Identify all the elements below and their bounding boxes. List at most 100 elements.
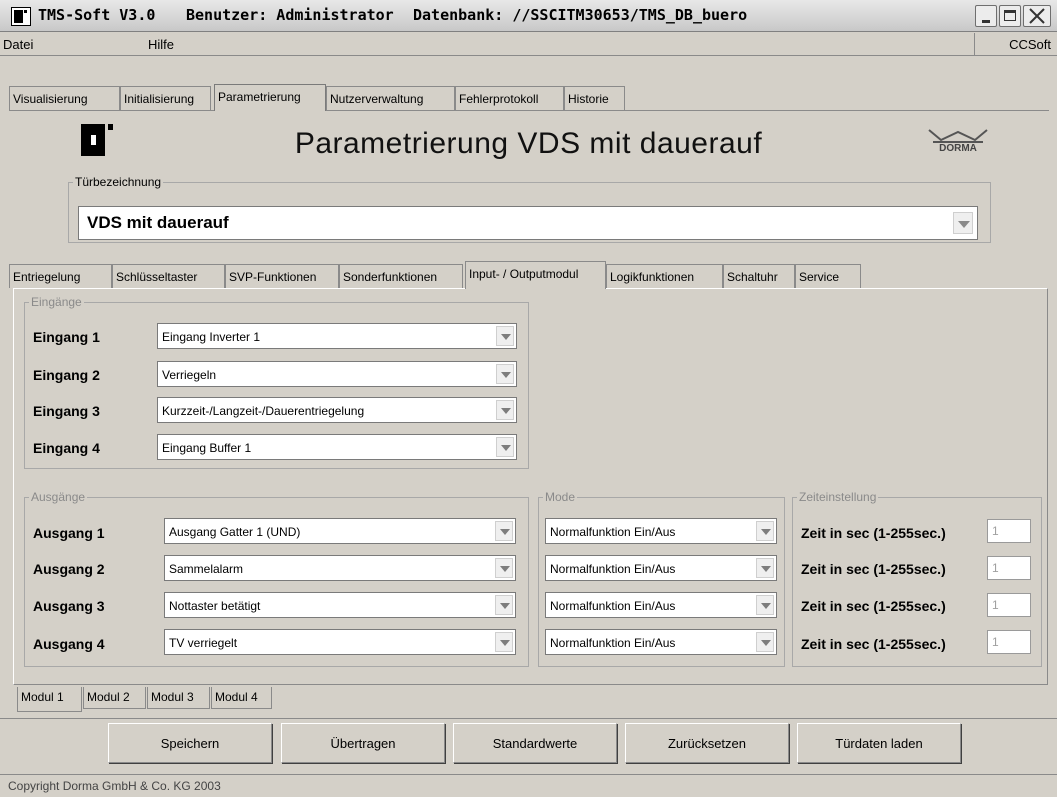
subtab-sonderfunktionen[interactable]: Sonderfunktionen (339, 264, 463, 288)
output-3-time-input[interactable]: 1 (987, 593, 1031, 617)
input-1-value: Eingang Inverter 1 (162, 330, 261, 344)
chevron-down-icon[interactable] (496, 400, 514, 420)
chevron-down-icon[interactable] (495, 595, 513, 615)
input-4-select[interactable]: Eingang Buffer 1 (157, 434, 517, 460)
input-4-value: Eingang Buffer 1 (162, 441, 252, 455)
time-label: Zeit in sec (1-255sec.) (801, 525, 946, 541)
output-2-mode-select[interactable]: Normalfunktion Ein/Aus (545, 555, 777, 581)
mode-legend: Mode (545, 490, 576, 504)
output-1-mode: Normalfunktion Ein/Aus (550, 525, 676, 539)
chevron-down-icon[interactable] (496, 437, 514, 457)
chevron-down-icon[interactable] (495, 558, 513, 578)
chevron-down-icon[interactable] (495, 632, 513, 652)
maximize-button[interactable] (999, 5, 1021, 27)
copyright-text: Copyright Dorma GmbH & Co. KG 2003 (8, 779, 221, 793)
time-legend: Zeiteinstellung (799, 490, 877, 504)
load-door-data-button[interactable]: Türdaten laden (797, 723, 961, 763)
subtab-service[interactable]: Service (795, 264, 861, 288)
app-logo-icon (11, 7, 31, 26)
defaults-button[interactable]: Standardwerte (453, 723, 617, 763)
chevron-down-icon[interactable] (756, 595, 774, 615)
output-label: Ausgang 1 (33, 525, 105, 541)
door-legend: Türbezeichnung (75, 175, 162, 189)
tab-historie[interactable]: Historie (564, 86, 625, 110)
chevron-down-icon[interactable] (756, 521, 774, 541)
minimize-icon (982, 20, 990, 23)
close-button[interactable] (1023, 5, 1051, 27)
maximize-icon (1004, 10, 1016, 21)
chevron-down-icon[interactable] (495, 521, 513, 541)
output-3-select[interactable]: Nottaster betätigt (164, 592, 516, 618)
output-2-time-input[interactable]: 1 (987, 556, 1031, 580)
chevron-down-icon[interactable] (496, 326, 514, 346)
output-1-time-input[interactable]: 1 (987, 519, 1031, 543)
menu-bar: Datei Hilfe CCSoft (0, 33, 1057, 56)
crown-icon (928, 129, 988, 143)
close-icon (1029, 8, 1045, 24)
output-1-mode-select[interactable]: Normalfunktion Ein/Aus (545, 518, 777, 544)
output-1-value: Ausgang Gatter 1 (UND) (169, 525, 301, 539)
output-4-select[interactable]: TV verriegelt (164, 629, 516, 655)
input-1-select[interactable]: Eingang Inverter 1 (157, 323, 517, 349)
door-value: VDS mit dauerauf (87, 213, 229, 232)
subtab-entriegelung[interactable]: Entriegelung (9, 264, 112, 288)
time-label: Zeit in sec (1-255sec.) (801, 561, 946, 577)
output-label: Ausgang 2 (33, 561, 105, 577)
status-bar: Copyright Dorma GmbH & Co. KG 2003 (0, 774, 1057, 797)
door-select[interactable]: VDS mit dauerauf (78, 206, 978, 240)
transfer-button[interactable]: Übertragen (281, 723, 445, 763)
tab-modul-3[interactable]: Modul 3 (147, 687, 210, 709)
door-group: Türbezeichnung VDS mit dauerauf (68, 175, 991, 243)
output-2-mode: Normalfunktion Ein/Aus (550, 562, 676, 576)
output-2-select[interactable]: Sammelalarm (164, 555, 516, 581)
input-2-value: Verriegeln (162, 368, 217, 382)
chevron-down-icon[interactable] (496, 364, 514, 384)
input-label: Eingang 2 (33, 367, 100, 383)
input-3-select[interactable]: Kurzzeit-/Langzeit-/Dauerentriegelung (157, 397, 517, 423)
tab-modul-2[interactable]: Modul 2 (83, 687, 146, 709)
chevron-down-icon (958, 221, 970, 228)
chevron-down-icon[interactable] (756, 558, 774, 578)
input-3-value: Kurzzeit-/Langzeit-/Dauerentriegelung (162, 404, 365, 418)
page-title: Parametrierung VDS mit dauerauf (294, 127, 763, 160)
save-button[interactable]: Speichern (108, 723, 272, 763)
dorma-brand-text: DORMA (939, 143, 977, 154)
input-label: Eingang 1 (33, 329, 100, 345)
output-3-mode: Normalfunktion Ein/Aus (550, 599, 676, 613)
chevron-down-icon[interactable] (756, 632, 774, 652)
tab-modul-1[interactable]: Modul 1 (17, 687, 82, 712)
output-4-time-input[interactable]: 1 (987, 630, 1031, 654)
output-3-mode-select[interactable]: Normalfunktion Ein/Aus (545, 592, 777, 618)
output-1-select[interactable]: Ausgang Gatter 1 (UND) (164, 518, 516, 544)
subtab-schaltuhr[interactable]: Schaltuhr (723, 264, 795, 288)
input-label: Eingang 4 (33, 440, 100, 456)
subtab-schluesseltaster[interactable]: Schlüsseltaster (112, 264, 225, 288)
database-label: Datenbank: //SSCITM30653/TMS_DB_buero (413, 6, 748, 24)
output-4-mode-select[interactable]: Normalfunktion Ein/Aus (545, 629, 777, 655)
menu-hilfe[interactable]: Hilfe (148, 37, 174, 52)
reset-button[interactable]: Zurücksetzen (625, 723, 789, 763)
minimize-button[interactable] (975, 5, 997, 27)
output-label: Ausgang 3 (33, 598, 105, 614)
input-label: Eingang 3 (33, 403, 100, 419)
outputs-legend: Ausgänge (31, 490, 86, 504)
door-dropdown-button[interactable] (953, 212, 973, 234)
tab-fehlerprotokoll[interactable]: Fehlerprotokoll (455, 86, 564, 110)
title-bar: TMS-Soft V3.0 Benutzer: Administrator Da… (0, 0, 1057, 32)
output-2-value: Sammelalarm (169, 562, 244, 576)
time-label: Zeit in sec (1-255sec.) (801, 598, 946, 614)
menu-datei[interactable]: Datei (3, 37, 33, 52)
tab-modul-4[interactable]: Modul 4 (211, 687, 272, 709)
tab-initialisierung[interactable]: Initialisierung (120, 86, 211, 110)
inputs-legend: Eingänge (31, 295, 82, 309)
input-2-select[interactable]: Verriegeln (157, 361, 517, 387)
tab-visualisierung[interactable]: Visualisierung (9, 86, 120, 110)
subtab-svp-funktionen[interactable]: SVP-Funktionen (225, 264, 339, 288)
output-3-value: Nottaster betätigt (169, 599, 261, 613)
tab-parametrierung[interactable]: Parametrierung (214, 84, 326, 111)
subtab-input-outputmodul[interactable]: Input- / Outputmodul (465, 261, 606, 289)
output-label: Ausgang 4 (33, 636, 105, 652)
output-4-value: TV verriegelt (169, 636, 238, 650)
subtab-logikfunktionen[interactable]: Logikfunktionen (606, 264, 723, 288)
tab-nutzerverwaltung[interactable]: Nutzerverwaltung (326, 86, 455, 110)
